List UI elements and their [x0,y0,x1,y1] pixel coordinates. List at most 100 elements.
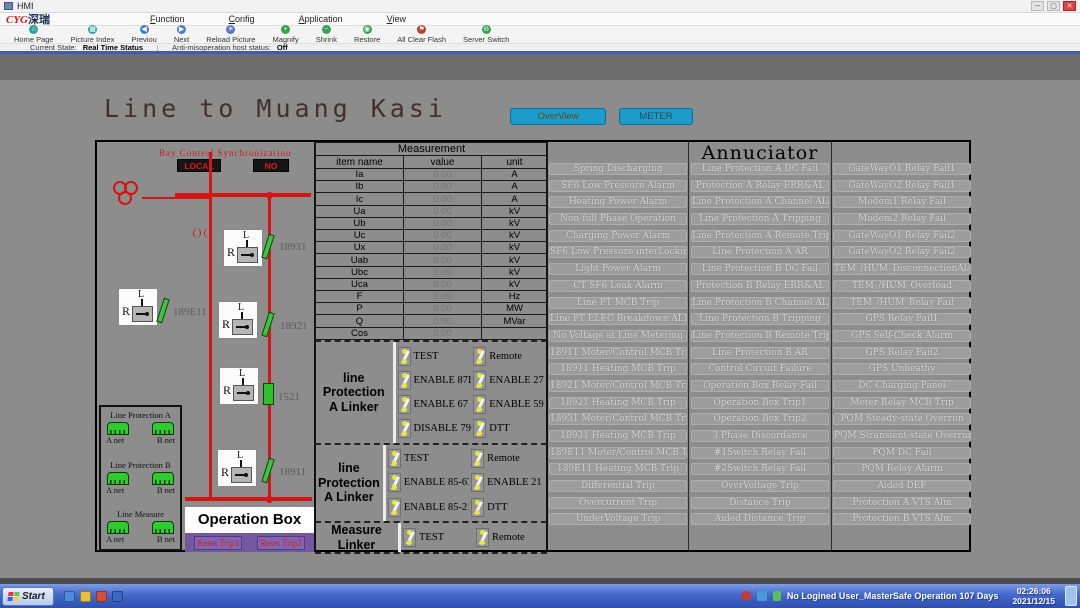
toolbar-button-icon: ✳ [226,25,235,34]
toolbar-button[interactable]: ◉ Restore [354,25,380,44]
disconnector-18921-blade[interactable] [261,312,274,338]
net-port-b-label: B net [157,435,175,445]
disconnector-189E11-blade[interactable] [156,298,169,324]
linker-toggle-icon[interactable] [388,498,401,517]
disconnector-18931-blade[interactable] [261,234,274,260]
annunciator-tile: Line PT MCB Trip [549,297,687,309]
reset-trip1-button[interactable]: Reset Trip1 [194,536,242,550]
quick-launch-icon[interactable] [64,591,75,602]
linker-label: ENABLE 21 [487,477,542,488]
toolbar-button[interactable]: + Magnify [272,25,298,44]
quick-launch-icon[interactable] [96,591,107,602]
breaker-1521-symbol[interactable] [263,383,274,405]
annunciator-tile: GateWayO1 Relay Fail2 [833,230,971,242]
linker-label: TEST [404,453,429,464]
measurement-item-unit: A [482,193,548,205]
toolbar-button[interactable]: ⌂ Home Page [14,25,54,44]
network-group-title: Line Measure [105,509,176,519]
maximize-button[interactable]: ▢ [1047,1,1060,11]
close-button[interactable]: ✕ [1063,1,1076,11]
switch-label: 189E11 [173,306,207,318]
linker-toggle-icon[interactable] [398,347,411,366]
overview-button[interactable]: OverView [510,108,606,125]
linker-toggle-icon[interactable] [398,419,411,438]
measurement-item-value: 0.00 [404,291,482,303]
annunciator-tile: Charging Power Alarm [549,230,687,242]
measurement-item-name: Ib [316,181,404,193]
bottom-bus [185,497,312,501]
linker-toggle-icon[interactable] [473,395,486,414]
toolbar-button[interactable]: ◀ Previou [131,25,156,44]
meter-button[interactable]: METER [619,108,693,125]
toolbar-button[interactable]: − Shrink [316,25,337,44]
linker-toggle-icon[interactable] [471,449,484,468]
measurement-item-name: Ub [316,217,404,229]
annunciator-tile: 189E11 Heating MCB Trip [549,463,687,475]
taskbar: Start No Logined User_MasterSafe Operati… [0,584,1080,608]
disconnector-18921-control[interactable]: L R [219,302,257,338]
start-button[interactable]: Start [2,587,54,606]
menu-item[interactable]: View [387,14,406,24]
show-desktop-button[interactable] [1065,586,1077,606]
measurement-row: Ua 0.00 kV [316,205,548,217]
linker-toggle-icon[interactable] [403,528,416,547]
linker-toggle-icon[interactable] [388,449,401,468]
linker-toggle-icon[interactable] [476,528,489,547]
menu-item[interactable]: Application [299,14,343,24]
annunciator-tile: Line Protection A Tripping [691,213,829,225]
toolbar-button[interactable]: ⚑ All Clear Flash [397,25,446,44]
linker-toggle-icon[interactable] [388,473,401,492]
disconnector-18911-control[interactable]: L R [218,450,256,486]
reset-trip2-button[interactable]: Reset Trip2 [257,536,305,550]
tray-icon-network[interactable] [757,591,767,601]
annunciator-tile: Differential Trip [549,480,687,492]
annunciator-tile: #1Switch Relay Fail [691,447,829,459]
annunciator-tile: Line Protection A AR [691,246,829,258]
breaker-1521-control[interactable]: L R [220,368,258,404]
disconnector-189E11-control[interactable]: L R [119,289,157,325]
linker-toggle-icon[interactable] [473,419,486,438]
tray-icon-alarm[interactable] [741,591,751,601]
minimize-button[interactable]: ─ [1031,1,1044,11]
toolbar-button[interactable]: ▶ Next [174,25,189,44]
disconnector-18911-blade[interactable] [261,458,274,484]
linker-toggle-icon[interactable] [471,473,484,492]
toolbar-button-icon: ◀ [140,25,149,34]
menu-item[interactable]: Function [150,14,185,24]
toolbar-button[interactable]: ▦ Picture Index [71,25,115,44]
linker-toggle-icon[interactable] [473,347,486,366]
net-port-b-label: B net [157,485,175,495]
disconnector-18931-control[interactable]: L R [224,230,262,266]
linker-toggle-icon[interactable] [398,395,411,414]
network-status-box: Line Protection A A net B net Line Prote… [99,405,182,551]
measurement-item-value: 0.00 [404,193,482,205]
annunciator-tile: SF6 Low Pressure Alarm [549,180,687,192]
measurement-row: Ux 0.00 kV [316,242,548,254]
measurement-item-value: 0.00 [404,217,482,229]
linker-label: ENABLE 27 [489,375,544,386]
linker-toggle-icon[interactable] [398,371,411,390]
annunciator-tile: 18911 Heating MCB Trip [549,363,687,375]
linker-toggle-icon[interactable] [471,498,484,517]
annunciator-tile: GPS Self-Check Alarm [833,330,971,342]
linker-label: TEST [414,351,439,362]
annunciator-tile: 18921 Moter/Control MCB Trip [549,380,687,392]
quick-launch-icon[interactable] [80,591,91,602]
quick-launch-icon[interactable] [112,591,123,602]
toolbar-button[interactable]: ⊖ Server Switch [463,25,509,44]
linker-row: ENABLE 85-67N ENABLE 21 [386,471,553,495]
annunciator-tile: OverVoltage Trip [691,480,829,492]
annunciator-tile: Heating Power Alarm [549,196,687,208]
linker-label: DISABLE 79 [414,423,471,434]
linker-toggle-icon[interactable] [473,371,486,390]
toolbar-button[interactable]: ✳ Reload Picture [206,25,255,44]
menu-item[interactable]: Config [229,14,255,24]
measurement-item-unit: kV [482,205,548,217]
annunciator-tile: Protection B Relay ERR&AL [691,280,829,292]
tray-icon-user[interactable] [773,591,781,601]
measurement-item-name: Ux [316,242,404,254]
measurement-col-item: item name [316,156,404,169]
linker-panel: line Protection A Linker TEST Remote ENA… [315,340,547,554]
measurement-item-value: 0.00 [404,242,482,254]
annunciator-tile: GPS Unheathy [833,363,971,375]
